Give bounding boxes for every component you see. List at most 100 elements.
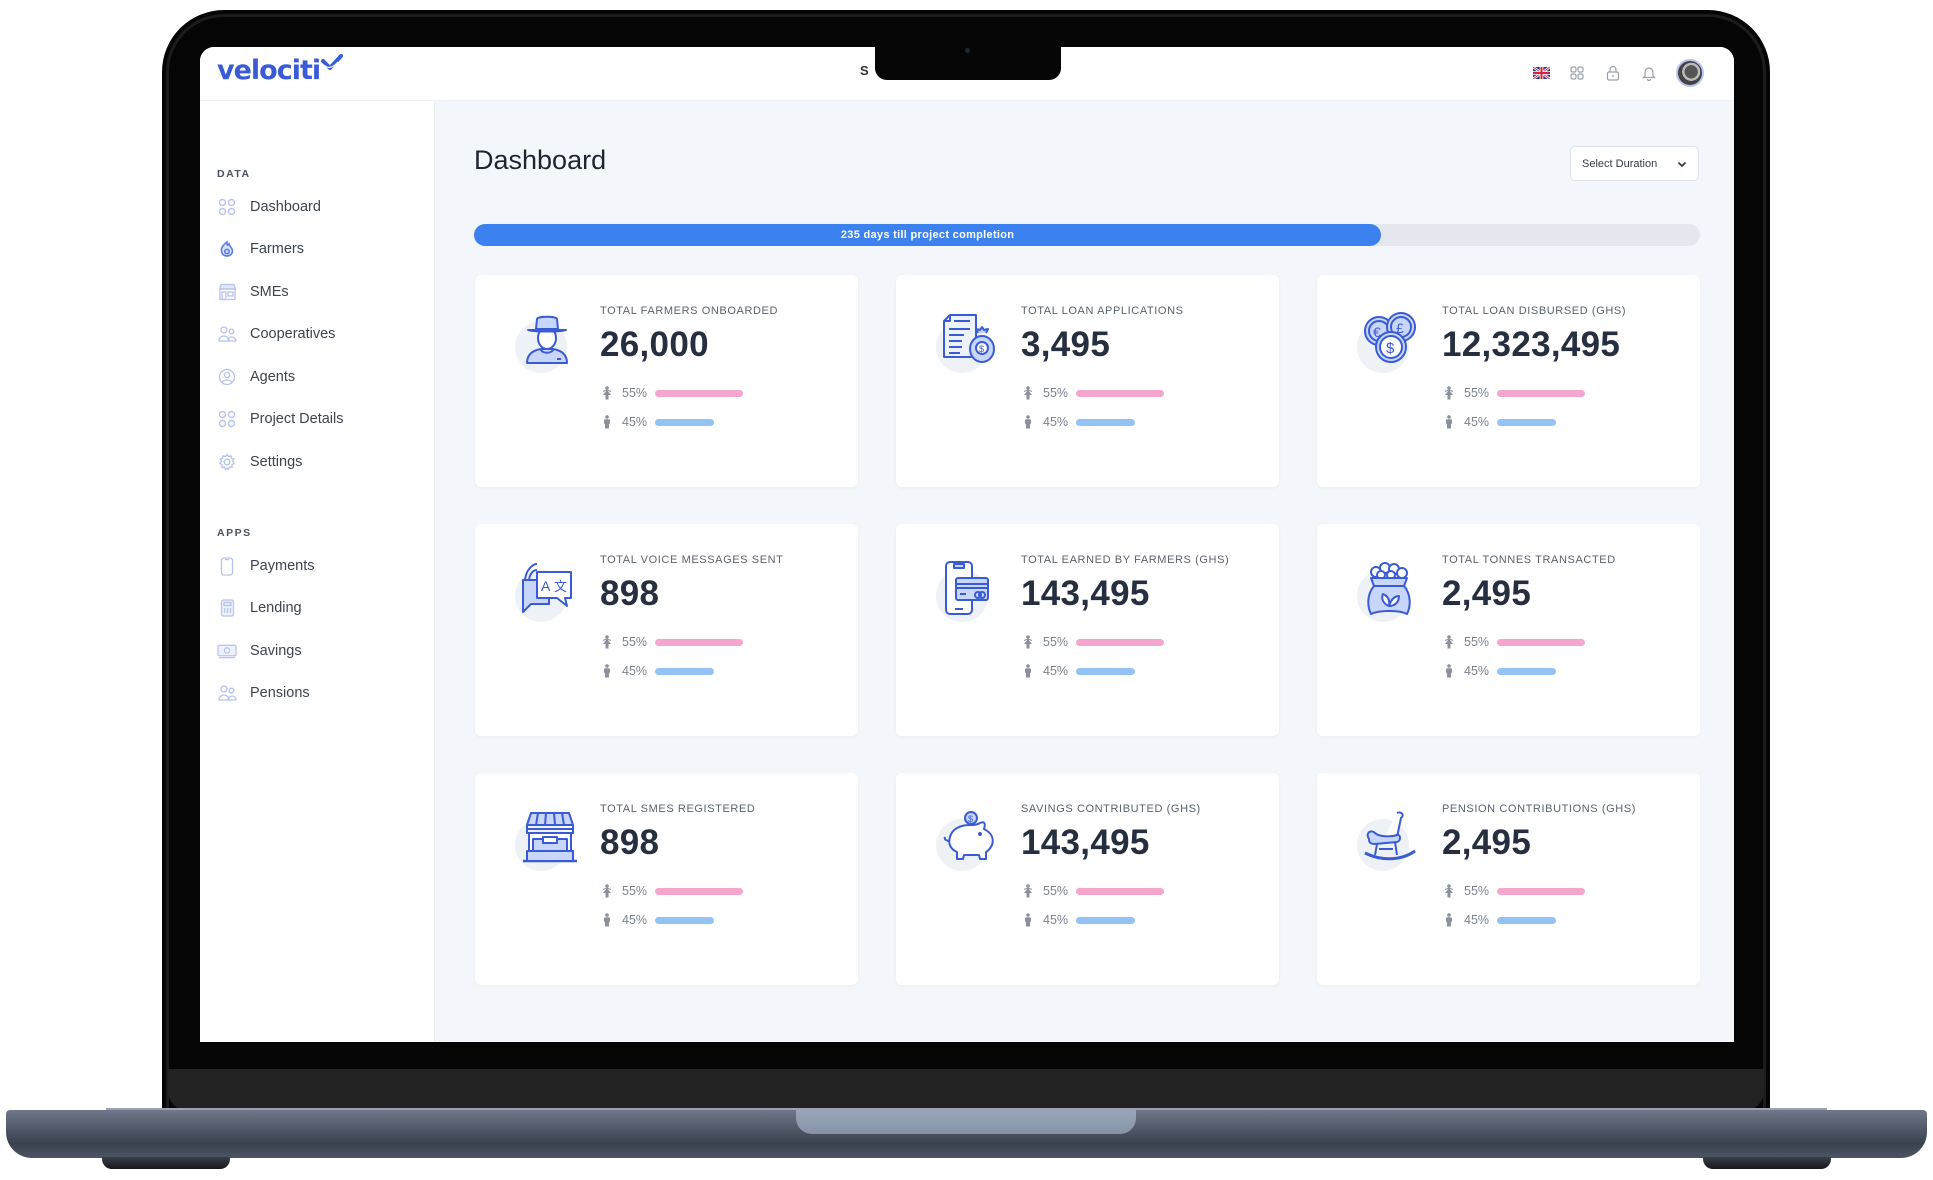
user-avatar[interactable]: [1676, 59, 1704, 87]
female-bar: [1497, 887, 1585, 895]
female-bar: [1076, 887, 1164, 895]
stat-card-title: TOTAL SMES REGISTERED: [600, 803, 756, 815]
male-icon: [1443, 913, 1455, 927]
male-percent: 45%: [1043, 415, 1069, 429]
male-stat-row: 45%: [1021, 412, 1184, 432]
sidebar-item-dashboard[interactable]: Dashboard: [217, 192, 321, 222]
sidebar-item-project-details[interactable]: Project Details: [217, 404, 343, 434]
cash-icon: [217, 641, 237, 661]
male-icon: [1443, 664, 1455, 678]
stat-card-title: TOTAL LOAN DISBURSED (GHS): [1442, 305, 1627, 317]
laptop-foot-left: [102, 1157, 230, 1169]
female-stat-row: 55%: [1442, 383, 1626, 403]
piggy-bank-icon: $: [936, 809, 1002, 871]
sidebar-item-lending[interactable]: Lending: [217, 593, 302, 623]
bell-icon[interactable]: [1640, 64, 1658, 82]
male-stat-row: 45%: [600, 412, 778, 432]
stat-card-market-stall[interactable]: TOTAL SMES REGISTERED 898 55% 45%: [475, 773, 858, 985]
stat-card-piggy-bank[interactable]: $ SAVINGS CONTRIBUTED (GHS) 143,495 55% …: [896, 773, 1279, 985]
female-bar: [1076, 389, 1164, 397]
sidebar-item-payments[interactable]: Payments: [217, 551, 314, 581]
male-bar: [1076, 667, 1136, 675]
stat-card-value: 12,323,495: [1442, 325, 1621, 364]
male-stat-row: 45%: [1442, 661, 1616, 681]
stats-grid: TOTAL FARMERS ONBOARDED 26,000 55% 45% $…: [475, 275, 1700, 985]
stat-card-translate-chat[interactable]: A 文 TOTAL VOICE MESSAGES SENT 898 55% 45…: [475, 524, 858, 736]
male-icon: [601, 664, 613, 678]
female-stat-row: 55%: [1021, 881, 1201, 901]
stat-card-farmer[interactable]: TOTAL FARMERS ONBOARDED 26,000 55% 45%: [475, 275, 858, 487]
brand-logo[interactable]: velociti: [217, 53, 344, 86]
female-icon: [1022, 884, 1034, 898]
female-percent: 55%: [622, 635, 648, 649]
male-bar: [1497, 667, 1557, 675]
male-icon: [1022, 913, 1034, 927]
female-percent: 55%: [622, 386, 648, 400]
male-stat-row: 45%: [1442, 412, 1626, 432]
select-duration-dropdown[interactable]: Select Duration: [1570, 146, 1699, 181]
sidebar-item-label: Payments: [250, 558, 315, 574]
mobile-phone-icon: [217, 556, 237, 576]
stat-card-rocking-chair[interactable]: PENSION CONTRIBUTIONS (GHS) 2,495 55% 45…: [1317, 773, 1700, 985]
female-stat-row: 55%: [1442, 632, 1616, 652]
sidebar-item-label: Cooperatives: [250, 326, 336, 342]
dashboard-grid-icon: [217, 197, 237, 217]
male-stat-row: 45%: [1021, 661, 1229, 681]
sidebar-item-farmers[interactable]: Farmers: [217, 234, 304, 264]
brand-name: velociti: [217, 55, 321, 86]
male-icon: [1022, 415, 1034, 429]
female-icon: [601, 884, 613, 898]
stat-card-value: 2,495: [1442, 823, 1532, 862]
male-percent: 45%: [1464, 913, 1490, 927]
brand-check-icon: [321, 53, 344, 80]
sidebar: DATA Dashboard Farmers SMEs Cooperatives…: [200, 101, 435, 1042]
store-icon: [217, 282, 237, 302]
male-stat-row: 45%: [600, 910, 755, 930]
stat-card-loan-document[interactable]: $ TOTAL LOAN APPLICATIONS 3,495 55% 45%: [896, 275, 1279, 487]
sidebar-item-pensions[interactable]: Pensions: [217, 678, 310, 708]
male-percent: 45%: [1464, 664, 1490, 678]
select-duration-label: Select Duration: [1582, 157, 1658, 170]
female-bar: [655, 638, 743, 646]
uk-flag-icon[interactable]: [1532, 64, 1550, 82]
svg-text:文: 文: [554, 580, 567, 595]
svg-text:A: A: [541, 578, 551, 594]
loan-document-icon: $: [936, 311, 1002, 373]
lock-icon[interactable]: [1604, 64, 1622, 82]
stat-card-coins[interactable]: € £ $ TOTAL LOAN DISBURSED (GHS) 12,323,…: [1317, 275, 1700, 487]
stat-card-value: 26,000: [600, 325, 709, 364]
mobile-payment-icon: [936, 560, 1002, 622]
sidebar-section-apps: APPS: [217, 527, 252, 539]
female-icon: [601, 635, 613, 649]
sidebar-item-label: Settings: [250, 454, 303, 470]
male-percent: 45%: [1464, 415, 1490, 429]
apps-grid-icon[interactable]: [1568, 64, 1586, 82]
male-bar: [1076, 418, 1136, 426]
stat-card-title: TOTAL FARMERS ONBOARDED: [600, 305, 779, 317]
male-bar: [1076, 916, 1136, 924]
male-percent: 45%: [622, 415, 648, 429]
sidebar-item-savings[interactable]: Savings: [217, 636, 302, 666]
stat-card-title: TOTAL TONNES TRANSACTED: [1442, 554, 1616, 566]
sidebar-item-smes[interactable]: SMEs: [217, 277, 289, 307]
male-stat-row: 45%: [1442, 910, 1636, 930]
sidebar-item-cooperatives[interactable]: Cooperatives: [217, 319, 335, 349]
female-icon: [1443, 386, 1455, 400]
female-icon: [1443, 635, 1455, 649]
female-icon: [1443, 884, 1455, 898]
female-percent: 55%: [1043, 635, 1069, 649]
sidebar-item-agents[interactable]: Agents: [217, 362, 295, 392]
laptop-opening-groove: [796, 1110, 1136, 1134]
header-actions: [1532, 59, 1704, 87]
stat-card-value: 143,495: [1021, 823, 1150, 862]
stat-card-value: 2,495: [1442, 574, 1532, 613]
sidebar-item-settings[interactable]: Settings: [217, 447, 302, 477]
male-stat-row: 45%: [1021, 910, 1201, 930]
stat-card-grain-sack[interactable]: TOTAL TONNES TRANSACTED 2,495 55% 45%: [1317, 524, 1700, 736]
sidebar-item-label: Dashboard: [250, 199, 321, 215]
calculator-icon: [217, 598, 237, 618]
project-progress-bar: 235 days till project completion: [474, 224, 1700, 246]
coins-icon: € £ $: [1357, 311, 1423, 373]
laptop-screen: velociti S DATA Dashboard Farmers SMEs C…: [200, 47, 1734, 1042]
stat-card-mobile-payment[interactable]: TOTAL EARNED BY FARMERS (GHS) 143,495 55…: [896, 524, 1279, 736]
